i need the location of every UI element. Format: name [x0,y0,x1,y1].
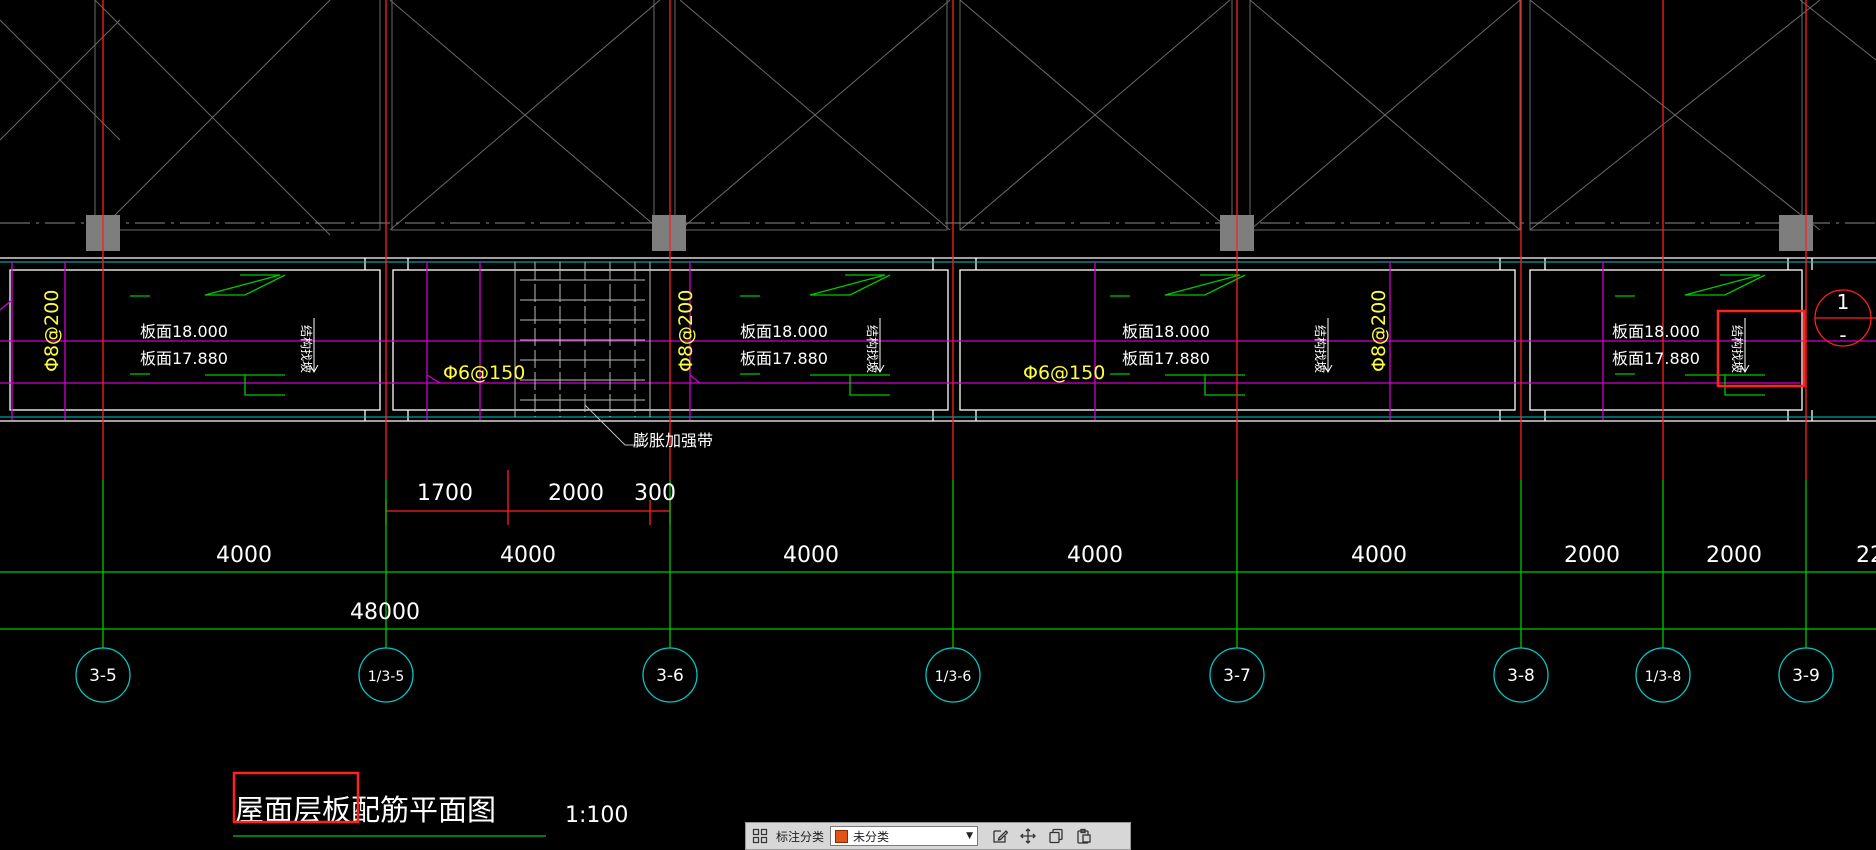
copy-icon[interactable] [1042,824,1070,848]
axis-label: 3-5 [89,666,117,686]
dim-text: 1700 [417,481,473,506]
slope-note: 结构找坡 [1313,325,1328,373]
rebar-label: Φ6@150 [1023,362,1105,384]
slab-elev-top: 板面18.000 [140,322,228,341]
axis-label: 1/3-8 [1645,669,1682,685]
axis-label: 1/3-5 [368,669,405,685]
slab-elev-low: 板面17.880 [140,349,228,368]
axis-label: 3-9 [1792,666,1820,686]
drawing-background [0,0,1876,850]
slope-note: 结构找坡 [1730,325,1745,373]
slab-elev-low: 板面17.880 [740,349,828,368]
grid-icon[interactable] [746,824,774,848]
slab-elev-low: 板面17.880 [1612,349,1700,368]
column-block [1779,215,1813,251]
paste-icon[interactable] [1070,824,1098,848]
drawing-scale: 1:100 [565,803,628,828]
dim-text: 22 [1856,543,1876,568]
axis-label: 3-8 [1507,666,1535,686]
cad-drawing[interactable]: 1 - Φ8@200 Φ6@150 Φ8@200 Φ6@150 Φ8@200 板… [0,0,1876,850]
dim-text: 4000 [216,543,272,568]
dim-text: 4000 [783,543,839,568]
rebar-label: Φ6@150 [443,362,525,384]
dim-total: 48000 [350,600,420,625]
axis-label: 1/3-6 [935,669,972,685]
dim-text: 2000 [1706,543,1762,568]
column-block [652,215,686,251]
slab-elev-top: 板面18.000 [1612,322,1700,341]
section-mark-top: 1 [1837,290,1850,314]
expansion-band-label: 膨胀加强带 [633,431,713,450]
slab-elev-low: 板面17.880 [1122,349,1210,368]
slab-elev-top: 板面18.000 [1122,322,1210,341]
move-icon[interactable] [1014,824,1042,848]
chevron-down-icon: ▼ [966,831,974,841]
category-select[interactable]: 未分类 ▼ [830,826,979,846]
edit-icon[interactable] [986,824,1014,848]
category-value: 未分类 [853,829,890,844]
rebar-label: Φ8@200 [1368,290,1390,372]
category-color-swatch [835,829,849,843]
axis-label: 3-6 [656,666,684,686]
dim-text: 2000 [548,481,604,506]
dim-text: 4000 [1351,543,1407,568]
axis-label: 3-7 [1223,666,1251,686]
dim-text: 2000 [1564,543,1620,568]
dim-text: 4000 [500,543,556,568]
annotation-toolbar: 标注分类 未分类 ▼ [745,822,1131,850]
rebar-label: Φ8@200 [41,290,63,372]
slope-note: 结构找坡 [299,325,314,373]
rebar-label: Φ8@200 [675,290,697,372]
category-label: 标注分类 [776,829,825,844]
slab-elev-top: 板面18.000 [740,322,828,341]
slope-note: 结构找坡 [865,325,880,373]
section-mark-bottom: - [1839,323,1846,347]
dim-text: 4000 [1067,543,1123,568]
dim-text: 300 [634,481,676,506]
